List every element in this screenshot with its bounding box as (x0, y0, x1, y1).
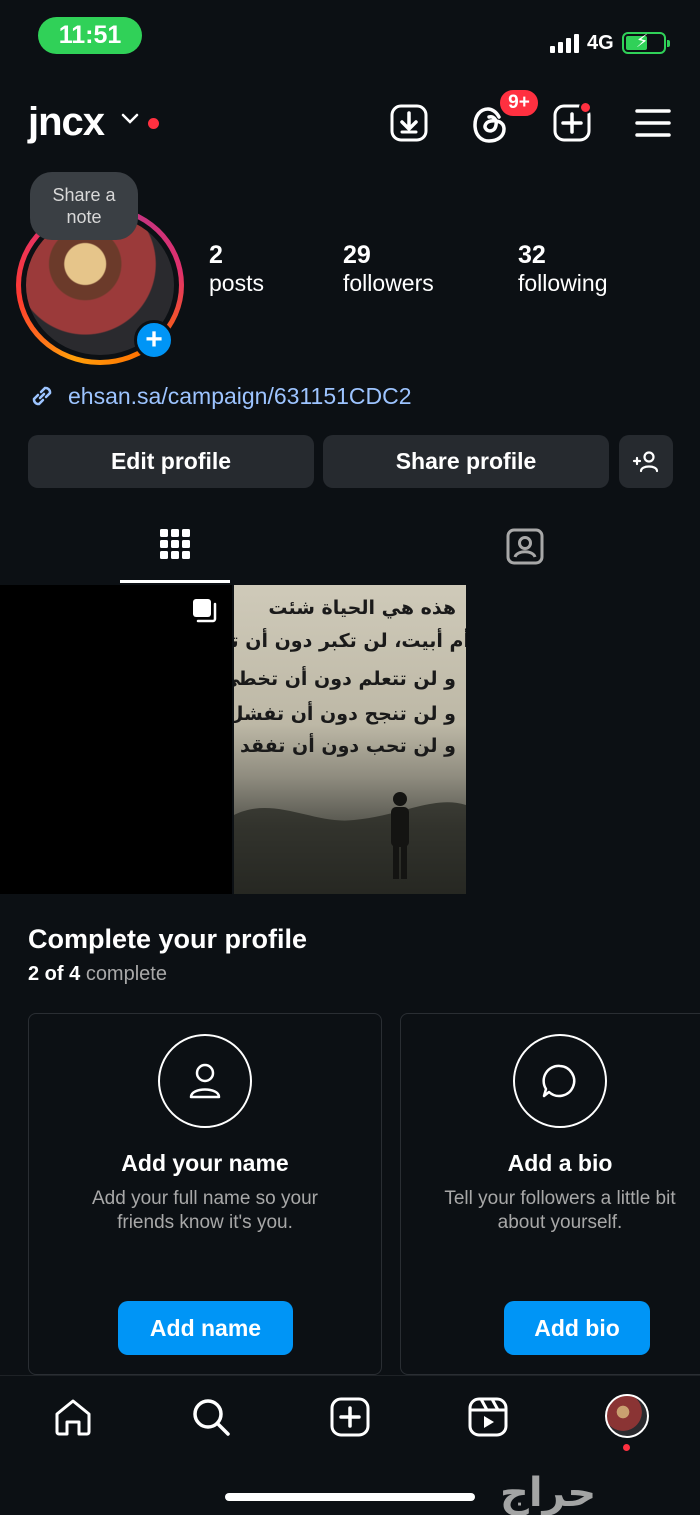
stat-label: posts (209, 270, 264, 296)
stat-posts[interactable]: 2 posts (209, 241, 264, 297)
share-note-bubble[interactable]: Share a note (30, 172, 138, 240)
bio-link[interactable]: ehsan.sa/campaign/631151CDC2 (28, 382, 412, 410)
stat-label: following (518, 270, 608, 296)
stat-following[interactable]: 32 following (518, 241, 608, 297)
speech-bubble-icon (513, 1034, 607, 1128)
post-text-line: أم أبيت، لن تكبر دون أن تتألم (234, 630, 466, 652)
stat-label: followers (343, 270, 434, 296)
post-text-line: هذه هي الحياة شئت (268, 597, 456, 619)
hamburger-menu-icon (635, 109, 671, 137)
home-indicator[interactable] (225, 1493, 475, 1501)
nav-search[interactable] (187, 1393, 235, 1441)
share-profile-button[interactable]: Share profile (323, 435, 609, 488)
card-title: Add a bio (507, 1150, 613, 1176)
add-name-button[interactable]: Add name (118, 1301, 293, 1355)
post-thumbnail[interactable]: هذه هي الحياة شئت أم أبيت، لن تكبر دون أ… (234, 585, 466, 894)
discover-people-button[interactable] (619, 435, 673, 488)
nav-create[interactable] (326, 1393, 374, 1441)
add-bio-button[interactable]: Add bio (504, 1301, 650, 1355)
add-bio-card: Add a bio Tell your followers a little b… (400, 1013, 700, 1375)
cellular-signal-icon (550, 33, 579, 53)
man-silhouette-image (234, 792, 466, 894)
download-icon (390, 104, 428, 142)
complete-profile-title: Complete your profile (28, 924, 308, 954)
nav-profile-avatar[interactable] (605, 1394, 649, 1438)
chevron-down-icon[interactable] (121, 112, 139, 126)
post-text-line: و لن تتعلم دون أن تخطئ (234, 668, 456, 690)
post-thumbnail[interactable] (0, 585, 232, 894)
create-notification-dot (579, 101, 592, 114)
card-title: Add your name (121, 1150, 289, 1176)
add-person-icon (632, 450, 659, 472)
person-icon (158, 1034, 252, 1128)
nav-home[interactable] (49, 1393, 97, 1441)
note-line-2: note (66, 207, 102, 227)
stat-value: 29 (343, 241, 371, 269)
menu-button[interactable] (631, 101, 675, 145)
add-story-button[interactable]: + (134, 320, 174, 360)
battery-icon: ⚡ (621, 31, 670, 54)
reels-icon (468, 1397, 508, 1437)
tab-grid[interactable] (155, 524, 195, 564)
tab-tagged[interactable] (505, 526, 545, 566)
profile-notification-dot (623, 1444, 630, 1451)
search-icon (193, 1399, 230, 1436)
link-icon (32, 386, 52, 406)
card-description: Add your full name so your friends know … (91, 1188, 318, 1233)
threads-notification-badge: 9+ (498, 88, 540, 118)
post-text-line: و لن تنجح دون أن تفشل (234, 703, 456, 725)
note-line-1: Share a (52, 185, 116, 205)
home-icon (55, 1399, 91, 1436)
add-name-card: Add your name Add your full name so your… (28, 1013, 382, 1375)
link-text: ehsan.sa/campaign/631151CDC2 (68, 382, 412, 409)
plus-icon: + (145, 323, 163, 356)
stat-value: 32 (518, 241, 546, 269)
post-text-line: و لن تحب دون أن تفقد (239, 735, 456, 757)
network-type: 4G (587, 31, 614, 54)
card-description: Tell your followers a little bit about y… (444, 1188, 676, 1233)
tagged-person-icon (506, 528, 544, 565)
progress-count: 2 of 4 (28, 963, 81, 985)
status-indicators: 4G ⚡ (550, 28, 670, 58)
progress-label: complete (85, 963, 167, 985)
plus-square-icon (330, 1397, 370, 1437)
edit-profile-button[interactable]: Edit profile (28, 435, 314, 488)
active-tab-indicator (120, 580, 230, 583)
watermark-logo: حراج (500, 1470, 597, 1515)
carousel-multiple-icon (193, 599, 217, 623)
stat-followers[interactable]: 29 followers (343, 241, 434, 297)
nav-reels[interactable] (464, 1393, 512, 1441)
stat-value: 2 (209, 241, 223, 269)
download-button[interactable] (387, 101, 431, 145)
grid-icon (160, 529, 190, 559)
account-notification-dot (148, 118, 159, 129)
username-switcher[interactable]: jncx (28, 100, 105, 145)
status-time: 11:51 (38, 17, 142, 54)
complete-profile-progress: 2 of 4 complete (28, 963, 167, 986)
